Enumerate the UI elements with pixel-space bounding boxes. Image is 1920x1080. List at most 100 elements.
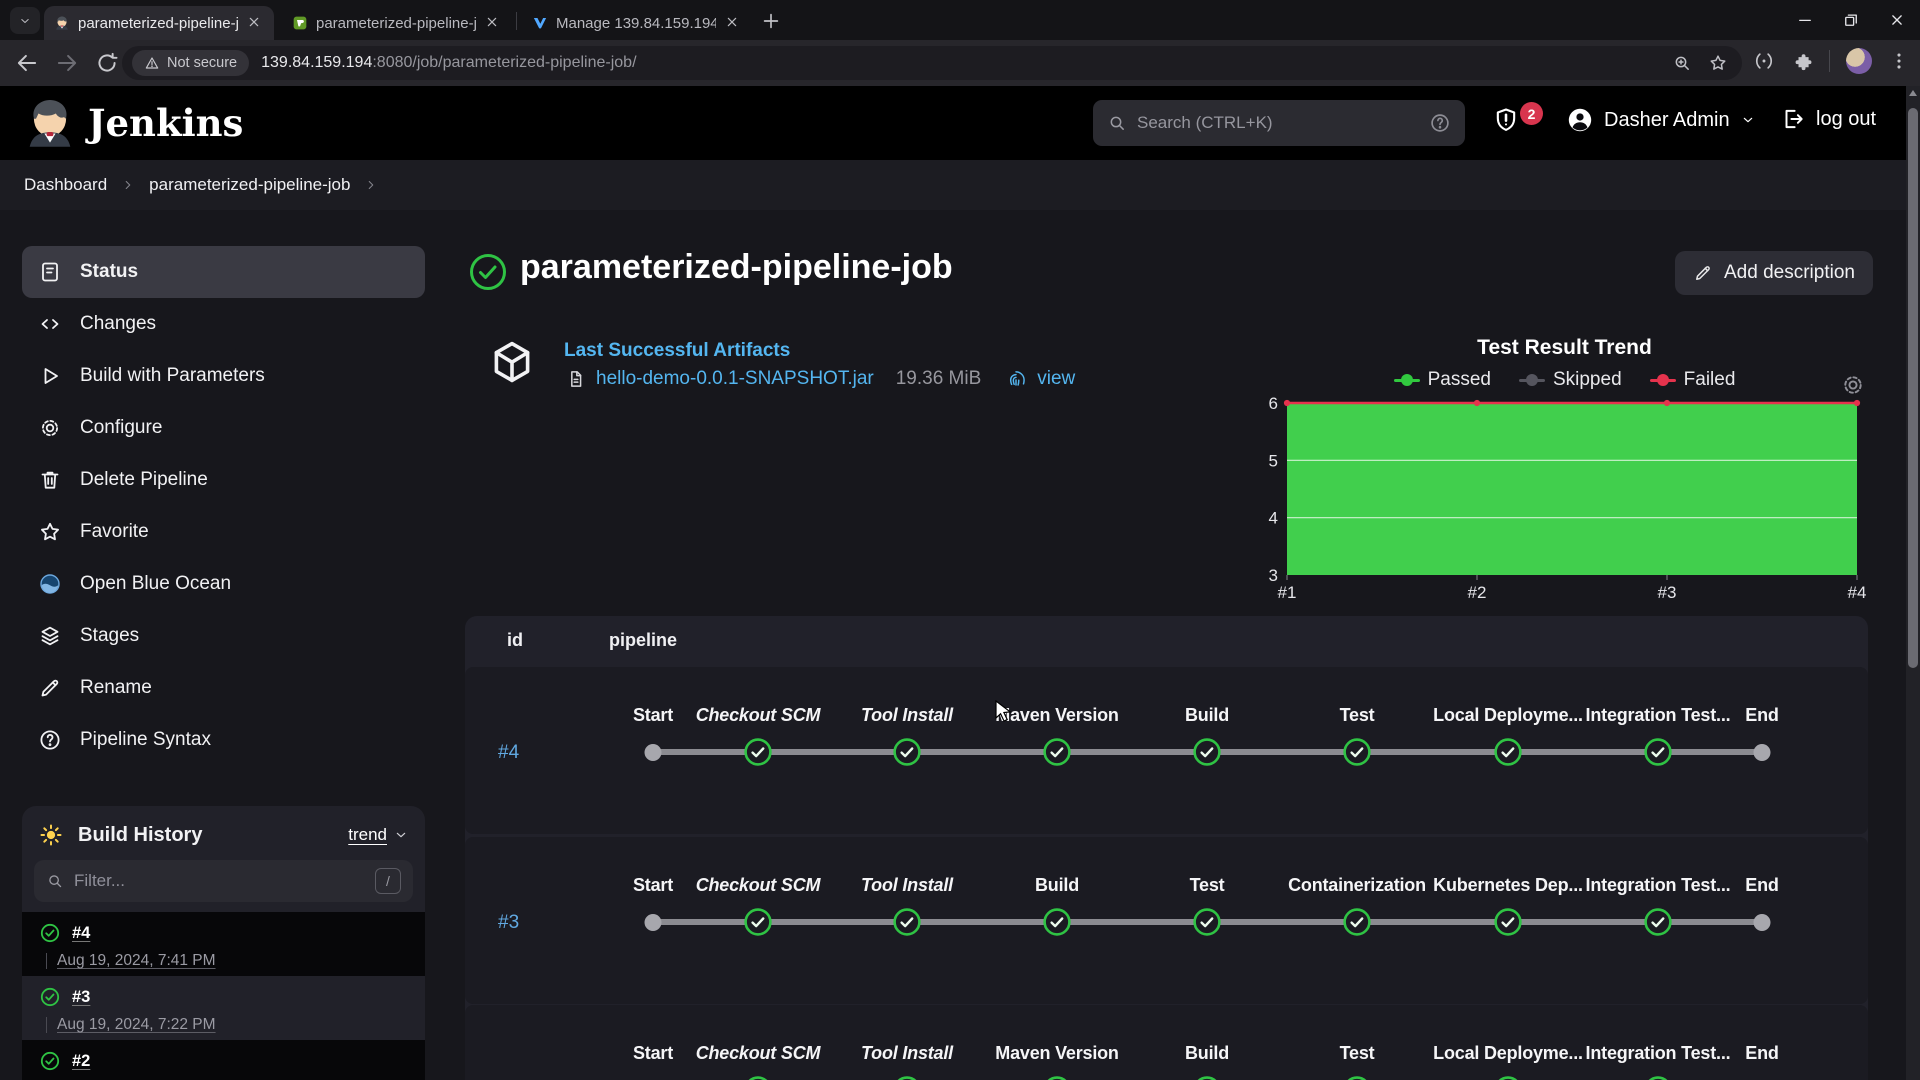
build-date-link[interactable]: Aug 19, 2024, 7:22 PM: [57, 1016, 216, 1034]
build-date-link[interactable]: Aug 19, 2024, 7:41 PM: [57, 952, 216, 970]
breadcrumb-job[interactable]: parameterized-pipeline-job: [149, 175, 350, 195]
sidebar-menu: StatusChangesBuild with ParametersConfig…: [22, 246, 425, 766]
window-restore-button[interactable]: [1828, 0, 1874, 40]
zoom-icon[interactable]: [1672, 53, 1692, 73]
stage-success-node[interactable]: [1643, 1075, 1673, 1080]
sidebar-item-build-with-parameters[interactable]: Build with Parameters: [22, 350, 425, 402]
user-menu[interactable]: Dasher Admin: [1566, 106, 1756, 134]
legend-item-failed[interactable]: Failed: [1650, 369, 1736, 391]
stage-success-node[interactable]: [1192, 1075, 1222, 1080]
browser-tab-gitea[interactable]: parameterized-pipeline-job-init: [282, 6, 512, 40]
stage-success-node[interactable]: [1643, 907, 1673, 937]
trash-icon: [38, 468, 62, 492]
stage-success-node[interactable]: [743, 737, 773, 767]
sidebar-item-open-blue-ocean[interactable]: Open Blue Ocean: [22, 558, 425, 610]
sidebar-item-stages[interactable]: Stages: [22, 610, 425, 662]
sidebar-item-configure[interactable]: Configure: [22, 402, 425, 454]
star-icon: [38, 520, 62, 544]
chart-settings-gear-icon[interactable]: [1840, 372, 1866, 398]
breadcrumb-dashboard[interactable]: Dashboard: [24, 175, 107, 195]
sidebar-item-status[interactable]: Status: [22, 246, 425, 298]
build-number-link[interactable]: #3: [72, 988, 90, 1007]
sidebar-item-favorite[interactable]: Favorite: [22, 506, 425, 558]
reload-button[interactable]: [94, 50, 120, 76]
stage-success-node[interactable]: [1342, 907, 1372, 937]
security-notification-button[interactable]: 2: [1492, 104, 1548, 142]
scrollbar-up-arrow[interactable]: [1909, 90, 1917, 96]
shortcut-key-hint: /: [375, 868, 401, 894]
stage-success-node[interactable]: [743, 1075, 773, 1080]
pipeline-terminal-node[interactable]: [1754, 744, 1771, 761]
window-close-button[interactable]: [1874, 0, 1920, 40]
stage-success-node[interactable]: [1342, 1075, 1372, 1080]
stage-success-node[interactable]: [1042, 907, 1072, 937]
browser-tab-vultr[interactable]: Manage 139.84.159.194 - Vult: [522, 6, 752, 40]
stage-success-node[interactable]: [1192, 907, 1222, 937]
pipeline-terminal-node[interactable]: [645, 744, 662, 761]
jenkins-favicon: [54, 15, 70, 31]
artifact-file-link[interactable]: hello-demo-0.0.1-SNAPSHOT.jar: [596, 368, 874, 390]
stage-success-node[interactable]: [1493, 737, 1523, 767]
logout-button[interactable]: log out: [1780, 106, 1876, 132]
legend-item-skipped[interactable]: Skipped: [1519, 369, 1622, 391]
scrollbar-thumb[interactable]: [1908, 108, 1918, 668]
jenkins-home-link[interactable]: Jenkins: [22, 95, 243, 151]
build-id-link[interactable]: #4: [498, 742, 519, 764]
stage-success-node[interactable]: [892, 1075, 922, 1080]
build-number-link[interactable]: #2: [72, 1052, 90, 1071]
search-input[interactable]: [1137, 113, 1419, 133]
security-chip[interactable]: Not secure: [132, 50, 249, 76]
page-scrollbar[interactable]: [1906, 86, 1920, 1080]
address-bar[interactable]: Not secure 139.84.159.194:8080/job/param…: [122, 46, 1742, 80]
stage-success-node[interactable]: [892, 907, 922, 937]
stage-success-node[interactable]: [1493, 1075, 1523, 1080]
sidebar-item-pipeline-syntax[interactable]: Pipeline Syntax: [22, 714, 425, 766]
tab-search-button[interactable]: [10, 7, 40, 34]
browser-profile-avatar[interactable]: [1846, 48, 1872, 74]
last-successful-artifacts-link[interactable]: Last Successful Artifacts: [564, 340, 790, 362]
browser-tab-jenkins[interactable]: parameterized-pipeline-job [Je: [44, 6, 274, 40]
browser-menu-icon[interactable]: [1888, 50, 1910, 72]
bookmark-star-icon[interactable]: [1708, 53, 1728, 73]
artifact-view-link[interactable]: view: [1037, 368, 1075, 390]
legend-item-passed[interactable]: Passed: [1394, 369, 1491, 391]
pipeline-row-4: #4StartCheckout SCMTool InstallMaven Ver…: [465, 667, 1868, 834]
window-minimize-button[interactable]: [1782, 0, 1828, 40]
stage-success-node[interactable]: [1042, 1075, 1072, 1080]
pipeline-terminal-node[interactable]: [1754, 914, 1771, 931]
mouse-cursor: [993, 700, 1015, 724]
stage-success-node[interactable]: [1342, 737, 1372, 767]
new-tab-button[interactable]: [760, 10, 782, 32]
table-header: id pipeline: [465, 616, 1868, 664]
tab-close-icon[interactable]: [484, 14, 502, 32]
build-id-link[interactable]: #3: [498, 912, 519, 934]
extensions-icon[interactable]: [1791, 50, 1813, 72]
sidebar-item-changes[interactable]: Changes: [22, 298, 425, 350]
stage-success-node[interactable]: [892, 737, 922, 767]
stage-success-node[interactable]: [1643, 737, 1673, 767]
build-number-link[interactable]: #4: [72, 924, 90, 943]
stage-success-node[interactable]: [743, 907, 773, 937]
stage-label: Test: [1340, 1043, 1375, 1064]
trend-link[interactable]: trend: [348, 825, 409, 845]
chevron-down-icon: [18, 14, 32, 28]
add-description-button[interactable]: Add description: [1675, 251, 1873, 295]
side-panel-icon[interactable]: [1753, 50, 1775, 72]
stage-success-node[interactable]: [1192, 737, 1222, 767]
chevron-right-icon[interactable]: [364, 178, 378, 192]
forward-button[interactable]: [54, 50, 80, 76]
pipeline-terminal-node[interactable]: [645, 914, 662, 931]
artifact-row: hello-demo-0.0.1-SNAPSHOT.jar 19.36 MiB …: [566, 368, 1075, 390]
tab-close-icon[interactable]: [724, 14, 742, 32]
back-button[interactable]: [14, 50, 40, 76]
stage-success-node[interactable]: [1042, 737, 1072, 767]
filter-input[interactable]: [74, 871, 365, 891]
question-icon: [38, 728, 62, 752]
search-help-icon[interactable]: [1429, 112, 1451, 134]
stages-icon: [38, 624, 62, 648]
tab-close-icon[interactable]: [246, 14, 264, 32]
sidebar-item-delete-pipeline[interactable]: Delete Pipeline: [22, 454, 425, 506]
sidebar-item-rename[interactable]: Rename: [22, 662, 425, 714]
chart-plot[interactable]: 6543#1#2#3#4: [1261, 395, 1868, 603]
stage-success-node[interactable]: [1493, 907, 1523, 937]
